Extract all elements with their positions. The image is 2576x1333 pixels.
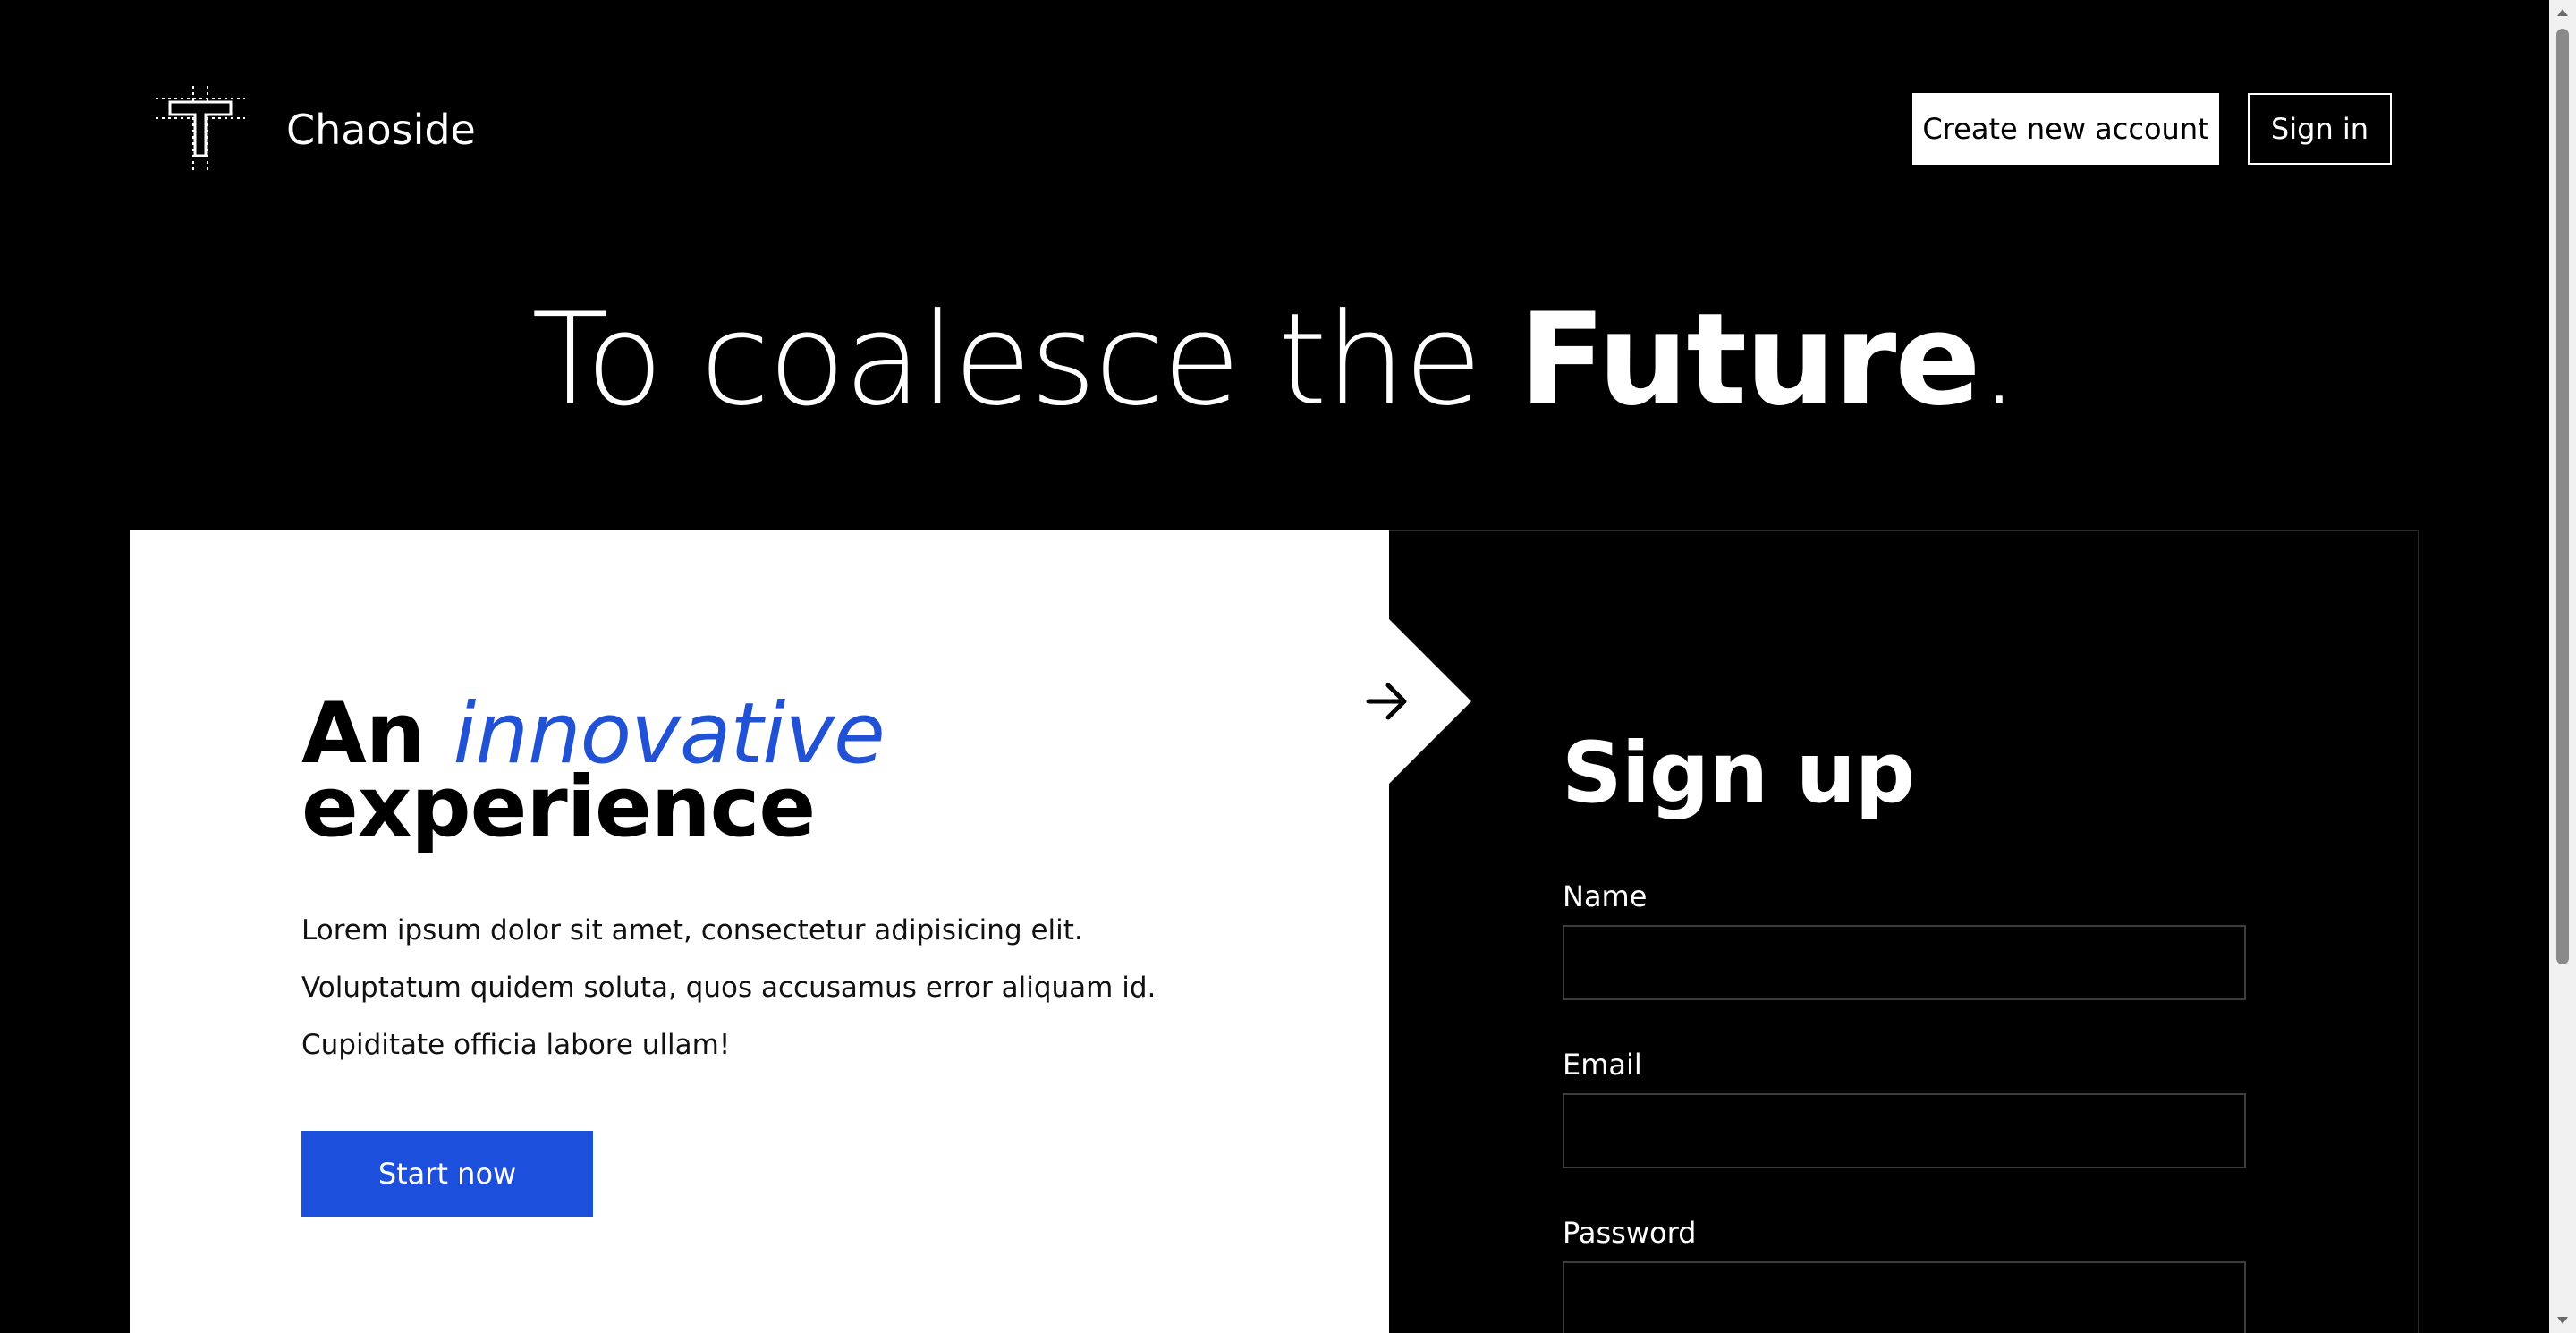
- hero-text-light: To coalesce the: [531, 286, 1520, 434]
- feature-heading: An innovative experience: [301, 692, 886, 850]
- landing-page: Chaoside Create new account Sign in To c…: [0, 0, 2576, 1333]
- scroll-thumb[interactable]: [2556, 29, 2569, 964]
- arrow-right-icon: [1366, 683, 1407, 720]
- start-now-button[interactable]: Start now: [301, 1131, 593, 1217]
- feature-body: Lorem ipsum dolor sit amet, consectetur …: [301, 914, 1157, 1061]
- email-field[interactable]: [1563, 1093, 2246, 1168]
- hero-text-end: .: [1979, 286, 2020, 434]
- signup-title: Sign up: [1562, 725, 1915, 822]
- scroll-down-button[interactable]: [2549, 1308, 2576, 1333]
- name-label: Name: [1563, 879, 1648, 913]
- vertical-scrollbar[interactable]: [2549, 0, 2576, 1333]
- scroll-up-button[interactable]: [2549, 0, 2576, 25]
- hero-headline: To coalesce the Future.: [0, 284, 2549, 437]
- feature-heading-line2: experience: [301, 759, 816, 856]
- password-label: Password: [1563, 1216, 1697, 1250]
- chevron-down-icon: [2557, 1317, 2568, 1324]
- chevron-up-icon: [2557, 9, 2568, 16]
- create-account-button[interactable]: Create new account: [1912, 93, 2219, 165]
- password-field[interactable]: [1563, 1261, 2246, 1333]
- logo-icon[interactable]: [156, 86, 245, 170]
- hero-text-bold: Future: [1519, 286, 1980, 434]
- sign-in-button[interactable]: Sign in: [2248, 93, 2392, 165]
- email-label: Email: [1563, 1048, 1642, 1082]
- name-field[interactable]: [1563, 925, 2246, 1000]
- brand-name[interactable]: Chaoside: [286, 102, 476, 157]
